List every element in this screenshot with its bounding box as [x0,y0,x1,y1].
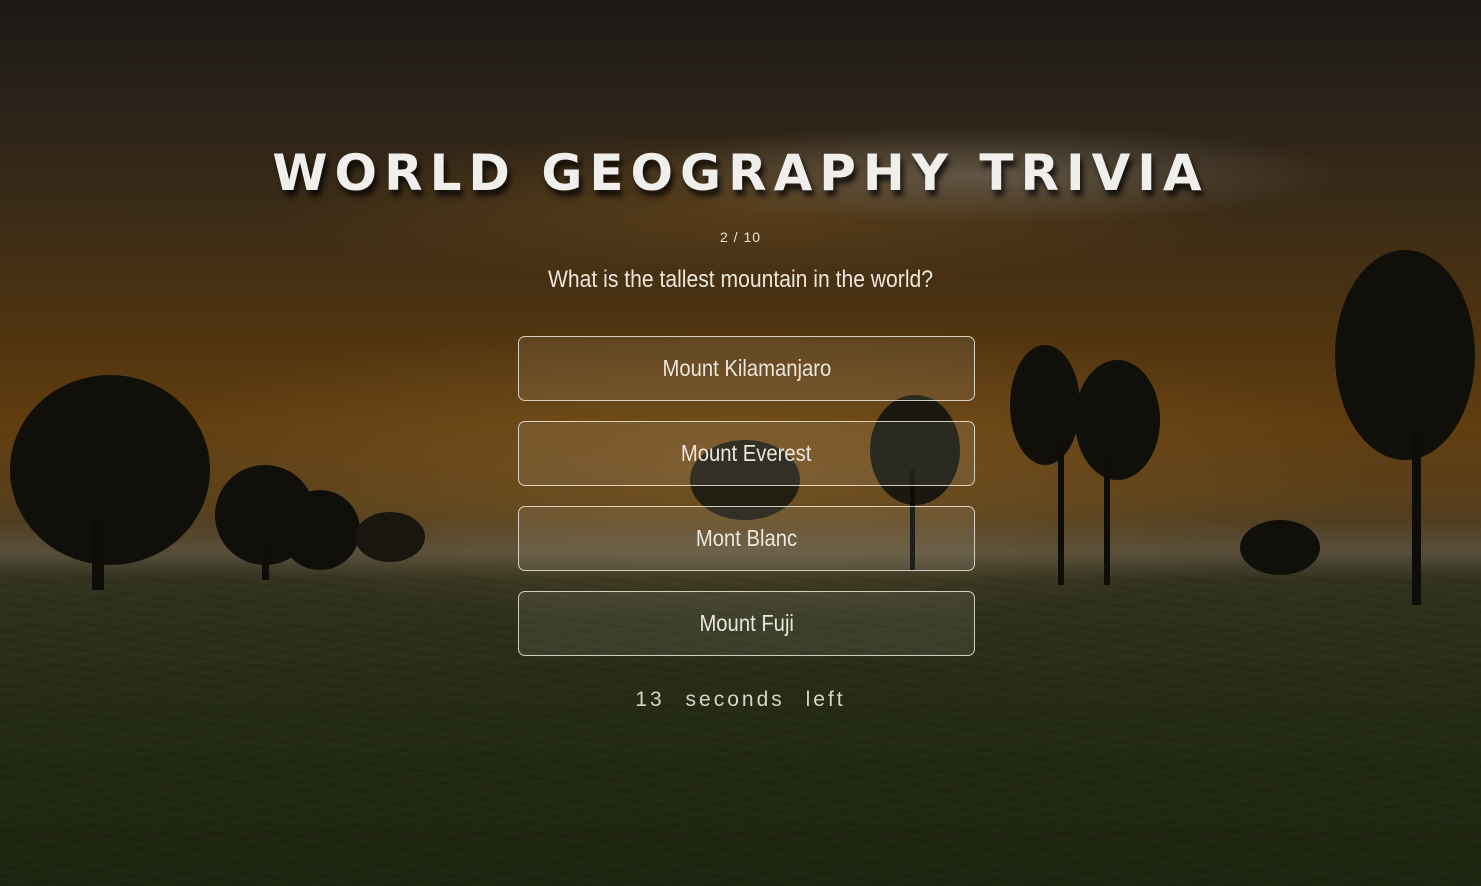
answer-label: Mount Everest [681,440,812,466]
quiz-container: WORLD GEOGRAPHY TRIVIA 2 / 10 What is th… [0,0,1481,886]
answer-list: Mount Kilamanjaro Mount Everest Mont Bla… [518,336,975,676]
answer-button-2[interactable]: Mount Everest [518,421,975,486]
answer-label: Mount Fuji [699,610,794,636]
question-text: What is the tallest mountain in the worl… [547,266,934,293]
answer-label: Mont Blanc [695,525,798,551]
question-progress: 2 / 10 [719,229,762,245]
quiz-title: WORLD GEOGRAPHY TRIVIA [272,144,1209,202]
answer-button-3[interactable]: Mont Blanc [518,506,975,571]
answer-button-4[interactable]: Mount Fuji [518,591,975,656]
answer-button-1[interactable]: Mount Kilamanjaro [518,336,975,401]
answer-label: Mount Kilamanjaro [662,355,831,381]
countdown-timer: 13 seconds left [635,688,846,711]
